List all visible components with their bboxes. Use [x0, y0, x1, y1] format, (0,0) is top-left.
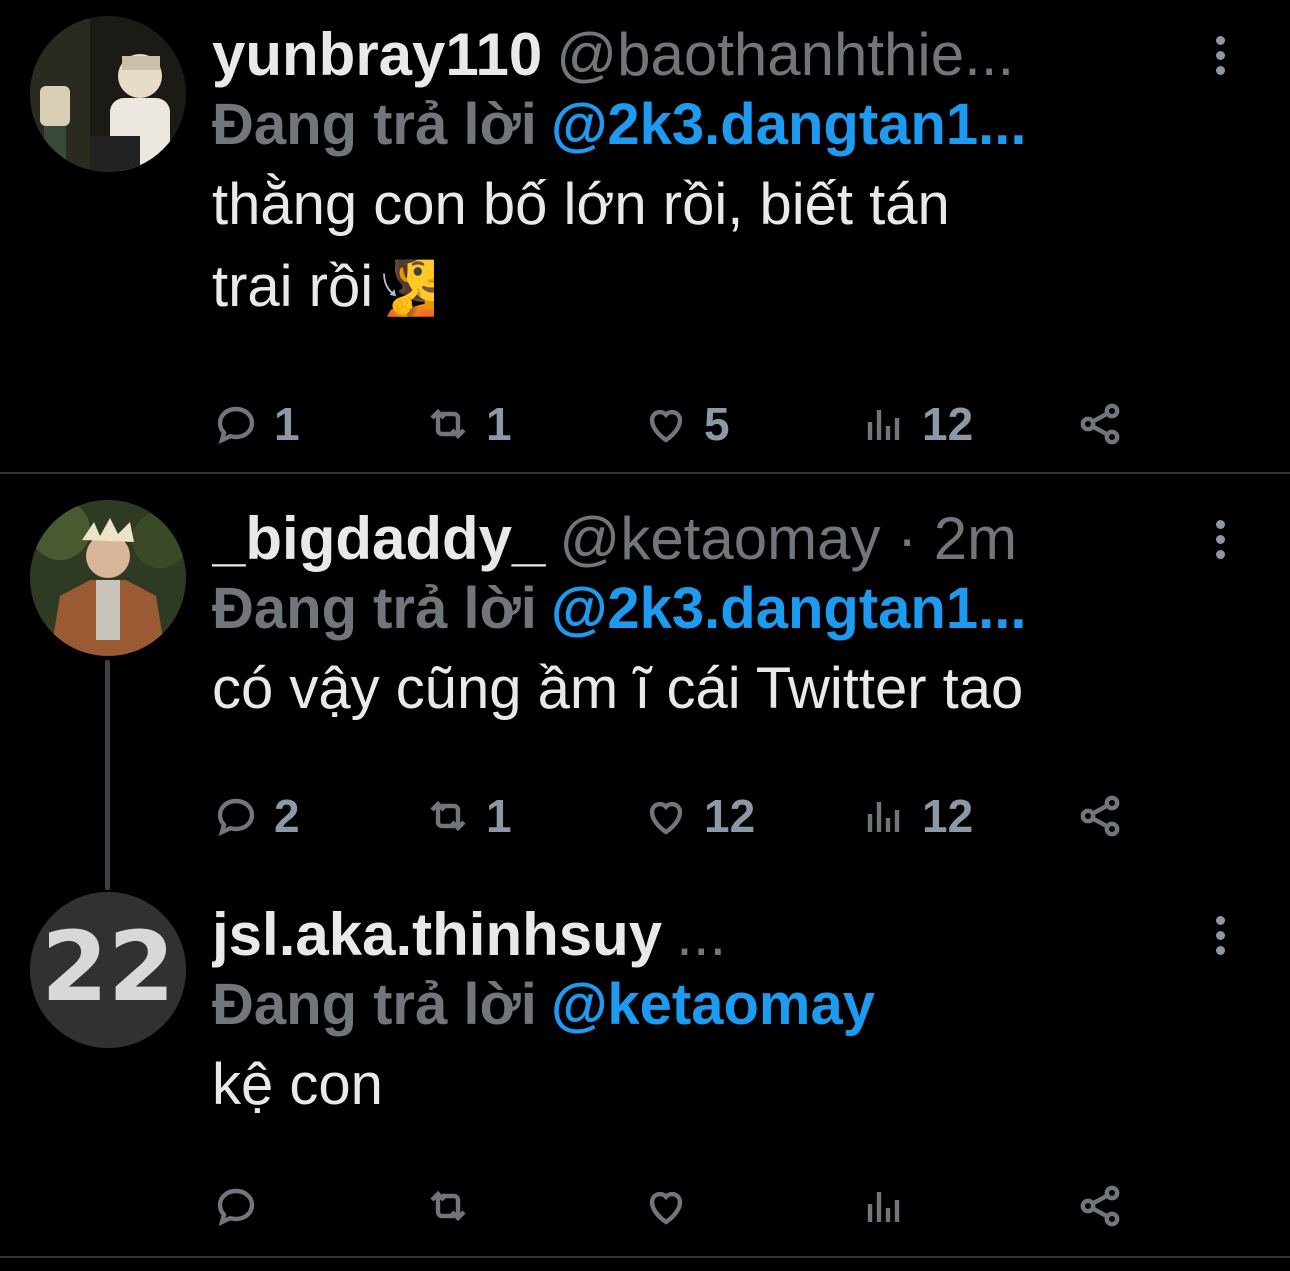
reply-button[interactable]	[212, 1176, 274, 1236]
share-button[interactable]	[1076, 394, 1124, 454]
share-icon	[1080, 1185, 1120, 1227]
like-count: 5	[704, 398, 730, 450]
display-name[interactable]: _bigdaddy_	[212, 505, 545, 572]
repost-button[interactable]: 1	[424, 786, 512, 846]
reply-context: Đang trả lời @2k3.dangtan1...	[212, 90, 1240, 160]
views-icon	[867, 410, 900, 440]
tweet-text-line: trai rồi	[212, 254, 374, 319]
views-icon	[867, 1192, 900, 1222]
user-handle[interactable]: @ketaomay · 2m	[559, 505, 1017, 572]
reply-prefix: Đang trả lời	[212, 92, 537, 157]
display-name[interactable]: yunbray110	[212, 21, 542, 88]
reply-icon	[217, 406, 255, 444]
views-count: 12	[922, 398, 974, 450]
more-icon[interactable]	[1200, 20, 1240, 90]
reply-context: Đang trả lời @2k3.dangtan1...	[212, 574, 1240, 644]
user-handle[interactable]: @baothanhthie...	[556, 21, 1014, 88]
repost-icon	[430, 408, 466, 440]
reply-context: Đang trả lời @ketaomay	[212, 970, 1240, 1040]
reply-prefix: Đang trả lời	[212, 576, 537, 641]
reply-count: 2	[274, 790, 300, 842]
like-button[interactable]: 5	[642, 394, 730, 454]
views-button[interactable]: 12	[860, 394, 973, 454]
like-icon	[649, 1191, 683, 1225]
tweet[interactable]: yunbray110 @baothanhthie... Đang trả lời @…	[0, 0, 1290, 472]
tweet[interactable]: 22 jsl.aka.thinhsuy... Đang trả lời @keta…	[0, 884, 1290, 1256]
views-icon	[867, 802, 900, 832]
tweet-text: kệ con	[212, 1044, 1240, 1126]
reply-count: 1	[274, 398, 300, 450]
reply-mention-link[interactable]: @2k3.dangtan1...	[551, 576, 1027, 641]
user-handle[interactable]: ...	[676, 901, 726, 968]
like-button[interactable]: 12	[642, 786, 755, 846]
like-button[interactable]	[642, 1176, 704, 1236]
share-icon	[1080, 403, 1120, 445]
repost-icon	[430, 1190, 466, 1222]
avatar[interactable]: 22	[30, 892, 186, 1048]
divider	[0, 1256, 1290, 1258]
views-button[interactable]	[860, 1176, 922, 1236]
views-button[interactable]: 12	[860, 786, 973, 846]
more-icon[interactable]	[1200, 900, 1240, 970]
avatar-image: 22	[30, 892, 186, 1048]
reply-mention-link[interactable]: @ketaomay	[551, 972, 875, 1037]
reply-mention-link[interactable]: @2k3.dangtan1...	[551, 92, 1027, 157]
repost-icon	[430, 800, 466, 832]
repost-button[interactable]	[424, 1176, 486, 1236]
emoji-shush: 🧏	[373, 260, 438, 318]
svg-text:22: 22	[41, 911, 175, 1023]
tweet[interactable]: _bigdaddy_ @ketaomay · 2m Đang trả lời @2k…	[0, 474, 1290, 884]
avatar-image	[30, 16, 186, 172]
tweet-header: jsl.aka.thinhsuy...	[212, 900, 1240, 970]
share-icon	[1080, 795, 1120, 837]
repost-count: 1	[486, 398, 512, 450]
reply-button[interactable]: 1	[212, 394, 300, 454]
repost-count: 1	[486, 790, 512, 842]
reply-icon	[217, 798, 255, 836]
tweet-feed: yunbray110 @baothanhthie... Đang trả lời @…	[0, 0, 1290, 1271]
tweet-text: có vậy cũng ầm ĩ cái Twitter tao	[212, 648, 1240, 730]
reply-prefix: Đang trả lời	[212, 972, 537, 1037]
share-button[interactable]	[1076, 786, 1124, 846]
action-bar: 1 1 5 12	[212, 394, 1172, 454]
action-bar	[212, 1176, 1172, 1236]
avatar[interactable]	[30, 500, 186, 656]
more-icon[interactable]	[1200, 504, 1240, 574]
tweet-text: thằng con bố lớn rồi, biết tán trai rồi🧏	[212, 164, 1240, 330]
avatar[interactable]	[30, 16, 186, 172]
tweet-text-line: có vậy cũng ầm ĩ cái Twitter tao	[212, 656, 1024, 721]
share-button[interactable]	[1076, 1176, 1124, 1236]
like-icon	[649, 801, 683, 835]
tweet-header: _bigdaddy_ @ketaomay · 2m	[212, 504, 1240, 574]
tweet-text-line: kệ con	[212, 1052, 383, 1117]
display-name[interactable]: jsl.aka.thinhsuy	[212, 901, 662, 968]
views-count: 12	[922, 790, 974, 842]
avatar-image	[30, 500, 186, 656]
repost-button[interactable]: 1	[424, 394, 512, 454]
tweet-header: yunbray110 @baothanhthie...	[212, 20, 1240, 90]
reply-icon	[217, 1188, 255, 1226]
tweet-text-line: thằng con bố lớn rồi, biết tán	[212, 172, 950, 237]
like-icon	[649, 409, 683, 443]
reply-button[interactable]: 2	[212, 786, 300, 846]
action-bar: 2 1 12 12	[212, 786, 1172, 846]
like-count: 12	[704, 790, 756, 842]
